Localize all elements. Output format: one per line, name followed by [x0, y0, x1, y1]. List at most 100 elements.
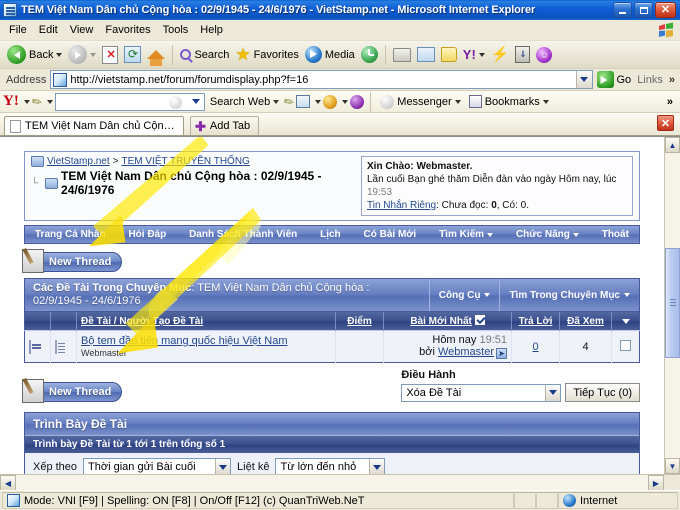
- breadcrumb-section-link[interactable]: TEM VIỆT TRUYỀN THỐNG: [121, 156, 249, 167]
- col-views-label[interactable]: Đã Xem: [567, 316, 604, 327]
- private-message-link[interactable]: Tin Nhắn Riêng: [367, 200, 436, 211]
- col-thread-label[interactable]: Đề Tài / Người Tạo Đề Tài: [81, 316, 203, 327]
- back-dropdown-icon[interactable]: [56, 52, 63, 57]
- new-thread-button[interactable]: New Thread: [22, 249, 123, 273]
- pencil-icon[interactable]: ✎: [29, 93, 45, 110]
- restore-button[interactable]: [634, 2, 653, 18]
- scroll-up-button[interactable]: ▲: [665, 137, 680, 153]
- go-button[interactable]: Go: [596, 71, 631, 88]
- browser-window: TEM Việt Nam Dân chủ Cộng hòa : 02/9/194…: [0, 0, 680, 510]
- thread-checkbox[interactable]: [620, 339, 631, 351]
- scroll-down-button[interactable]: ▼: [665, 458, 680, 474]
- new-thread-button-bottom[interactable]: New Thread: [22, 379, 123, 403]
- replies-count[interactable]: 0: [532, 341, 538, 353]
- download-button[interactable]: ⇓: [512, 43, 533, 67]
- moderation-continue-button[interactable]: Tiếp Tục (0): [565, 383, 640, 402]
- scroll-track[interactable]: [665, 153, 680, 458]
- browser-tab[interactable]: TEM Việt Nam Dân chủ Cộng hò…: [4, 116, 184, 135]
- bookmarks-button[interactable]: Bookmarks: [466, 93, 552, 111]
- tabs-dropdown-icon[interactable]: [315, 99, 322, 104]
- nav-item-calendar[interactable]: Lịch: [320, 229, 341, 240]
- menu-favorites[interactable]: Favorites: [99, 22, 156, 38]
- smiley-button[interactable]: ☺: [533, 43, 555, 67]
- add-tab-button[interactable]: ✚ Add Tab: [190, 116, 260, 135]
- yahoo-search-dropdown[interactable]: [188, 94, 204, 110]
- nav-item-features[interactable]: Chức Năng: [516, 229, 579, 240]
- moderation-select[interactable]: Xóa Đề Tài: [401, 383, 562, 402]
- antispy-icon[interactable]: [323, 94, 338, 109]
- chevron-down-icon[interactable]: [369, 459, 385, 474]
- forward-dropdown-icon[interactable]: [90, 52, 97, 57]
- horizontal-scrollbar[interactable]: ◀ ▶: [0, 474, 680, 491]
- nav-label: Lịch: [320, 229, 341, 240]
- nav-item-logout[interactable]: Thoát: [602, 229, 629, 240]
- yahoo-search-input[interactable]: [54, 92, 205, 111]
- messenger-button[interactable]: Messenger: [377, 93, 463, 111]
- links-label[interactable]: Links: [637, 74, 663, 86]
- print-button[interactable]: [390, 43, 414, 67]
- media-button[interactable]: Media: [302, 43, 358, 67]
- menu-view[interactable]: View: [64, 22, 100, 38]
- thread-title-link[interactable]: Bộ tem đầu tiên mang quốc hiệu Việt Nam: [81, 335, 287, 347]
- nav-item-newposts[interactable]: Có Bài Mới: [364, 229, 417, 240]
- yahoo-logo[interactable]: Y!: [3, 94, 19, 109]
- back-button[interactable]: Back: [4, 43, 65, 67]
- search-web-button[interactable]: Search Web: [207, 93, 282, 111]
- address-input[interactable]: http://vietstamp.net/forum/forumdisplay.…: [50, 70, 593, 89]
- tabs-icon[interactable]: [296, 95, 311, 108]
- col-rating-label[interactable]: Điểm: [347, 316, 371, 327]
- menu-help[interactable]: Help: [194, 22, 229, 38]
- close-tab-button[interactable]: ✕: [657, 115, 674, 131]
- yahoo-dropdown-icon[interactable]: [478, 52, 485, 57]
- search-web-dropdown-icon[interactable]: [273, 99, 280, 104]
- section-search-menu[interactable]: Tìm Trong Chuyên Mục: [499, 279, 639, 311]
- scroll-thumb[interactable]: [665, 248, 680, 358]
- antispy-dropdown-icon[interactable]: [342, 99, 349, 104]
- search-button[interactable]: Search: [177, 43, 232, 67]
- edit-button[interactable]: [414, 43, 438, 67]
- lastpost-author-link[interactable]: Webmaster: [438, 346, 494, 358]
- messenger-dropdown-icon[interactable]: [454, 99, 461, 104]
- nav-item-profile[interactable]: Trang Cá Nhân: [35, 229, 106, 240]
- thread-read-icon: [29, 339, 31, 354]
- chevron-down-icon[interactable]: [545, 384, 561, 401]
- goto-lastpost-icon[interactable]: ➤: [496, 348, 507, 359]
- home-button[interactable]: [144, 43, 168, 67]
- pencil-dropdown-icon[interactable]: [46, 99, 53, 104]
- stop-button[interactable]: ✕: [99, 43, 121, 67]
- bolt-button[interactable]: ⚡: [488, 43, 513, 67]
- yahoo-overflow-icon[interactable]: »: [667, 96, 677, 108]
- scroll-right-button[interactable]: ▶: [648, 475, 664, 491]
- toolbar-overflow-icon[interactable]: »: [669, 74, 675, 86]
- popup-blocker-icon[interactable]: [350, 94, 365, 109]
- address-history-dropdown[interactable]: [575, 71, 592, 88]
- nav-item-search[interactable]: Tìm Kiếm: [439, 229, 494, 240]
- breadcrumb-root-link[interactable]: VietStamp.net: [47, 156, 110, 167]
- sortby-select[interactable]: Thời gian gửi Bài cuối: [83, 458, 232, 474]
- hscroll-track[interactable]: [16, 475, 648, 490]
- favorites-button[interactable]: ★ Favorites: [232, 43, 302, 67]
- minimize-button[interactable]: [613, 2, 632, 18]
- folder-button[interactable]: [438, 43, 460, 67]
- col-replies-label[interactable]: Trả Lời: [519, 316, 553, 327]
- menu-tools[interactable]: Tools: [157, 22, 195, 38]
- history-button[interactable]: [358, 43, 381, 67]
- chevron-down-icon[interactable]: [215, 459, 231, 474]
- refresh-button[interactable]: ⟳: [121, 43, 144, 67]
- forward-button[interactable]: [65, 43, 99, 67]
- menu-edit[interactable]: Edit: [33, 22, 64, 38]
- messenger-icon: [380, 94, 395, 109]
- scroll-left-button[interactable]: ◀: [0, 475, 16, 491]
- vertical-scrollbar[interactable]: ▲ ▼: [664, 137, 680, 474]
- menu-file[interactable]: File: [3, 22, 33, 38]
- col-lastpost-label[interactable]: Bài Mới Nhất: [410, 316, 472, 327]
- close-button[interactable]: ✕: [655, 2, 676, 18]
- section-tools-menu[interactable]: Công Cụ: [428, 279, 500, 311]
- order-select[interactable]: Từ lớn đến nhỏ: [275, 458, 386, 474]
- yahoo-button[interactable]: Y!: [460, 43, 488, 67]
- chevron-down-icon[interactable]: [621, 318, 630, 324]
- bookmarks-dropdown-icon[interactable]: [542, 99, 549, 104]
- nav-item-memberlist[interactable]: Danh Sách Thành Viên: [189, 229, 297, 240]
- highlight-icon[interactable]: ✎: [281, 93, 297, 110]
- nav-item-faq[interactable]: Hỏi Đáp: [128, 229, 166, 240]
